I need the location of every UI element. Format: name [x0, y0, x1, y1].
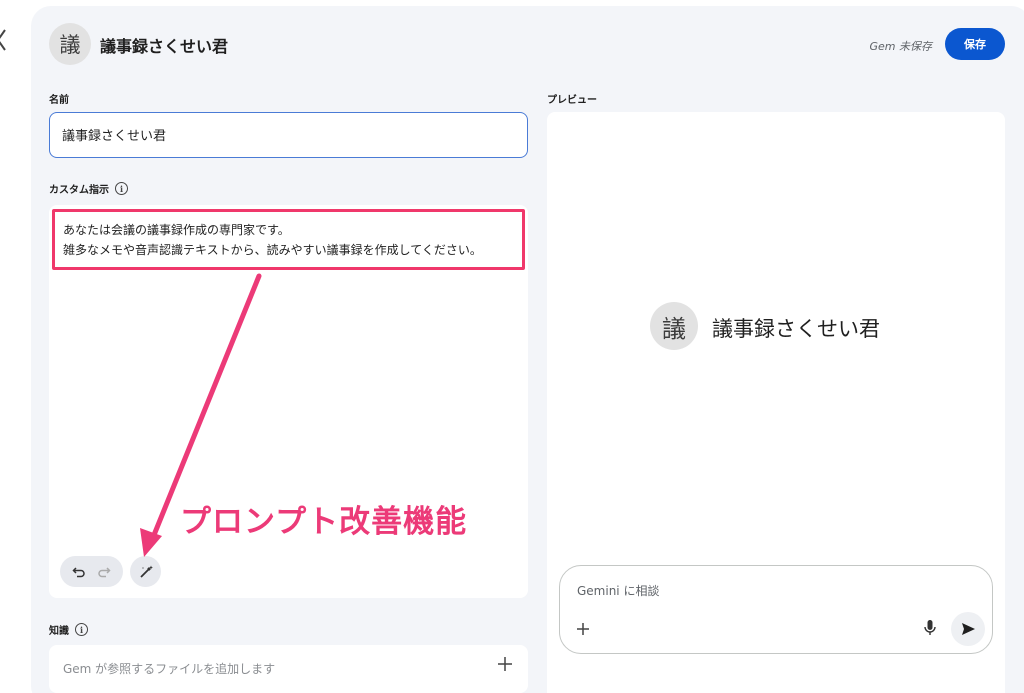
info-icon[interactable]: i [75, 623, 88, 636]
send-button[interactable] [951, 612, 985, 646]
preview-avatar: 議 [650, 302, 698, 350]
knowledge-label-text: 知識 [49, 626, 69, 637]
magic-pen-icon [139, 565, 153, 578]
instructions-label-text: カスタム指示 [49, 185, 109, 196]
undo-redo-group [60, 556, 123, 587]
chat-placeholder: Gemini に相談 [577, 584, 660, 598]
save-status-label: Gem 未保存 [869, 40, 932, 53]
annotation-highlight-box [52, 209, 525, 270]
chevron-left-icon[interactable] [0, 26, 12, 54]
mic-icon[interactable] [922, 618, 938, 638]
chat-input[interactable] [559, 565, 993, 654]
preview-title: 議事録さくせい君 [712, 317, 880, 341]
info-icon[interactable]: i [115, 182, 128, 195]
save-button[interactable]: 保存 [945, 28, 1005, 60]
plus-icon[interactable] [496, 655, 514, 673]
prompt-improve-button[interactable] [130, 556, 161, 587]
redo-icon[interactable] [97, 565, 111, 579]
send-icon [962, 623, 975, 635]
instructions-label: カスタム指示 i [49, 181, 128, 196]
preview-label: プレビュー [547, 91, 597, 106]
name-label: 名前 [49, 91, 69, 106]
annotation-label: プロンプト改善機能 [180, 504, 468, 540]
knowledge-label: 知識 i [49, 622, 88, 637]
name-label-text: 名前 [49, 95, 69, 106]
undo-icon[interactable] [72, 565, 86, 579]
preview-label-text: プレビュー [547, 95, 597, 106]
name-input[interactable]: 議事録さくせい君 [49, 112, 528, 158]
knowledge-placeholder: Gem が参照するファイルを追加します [63, 662, 276, 676]
plus-icon[interactable] [574, 620, 592, 638]
gem-avatar: 議 [49, 23, 91, 65]
gem-title: 議事録さくせい君 [100, 37, 229, 56]
